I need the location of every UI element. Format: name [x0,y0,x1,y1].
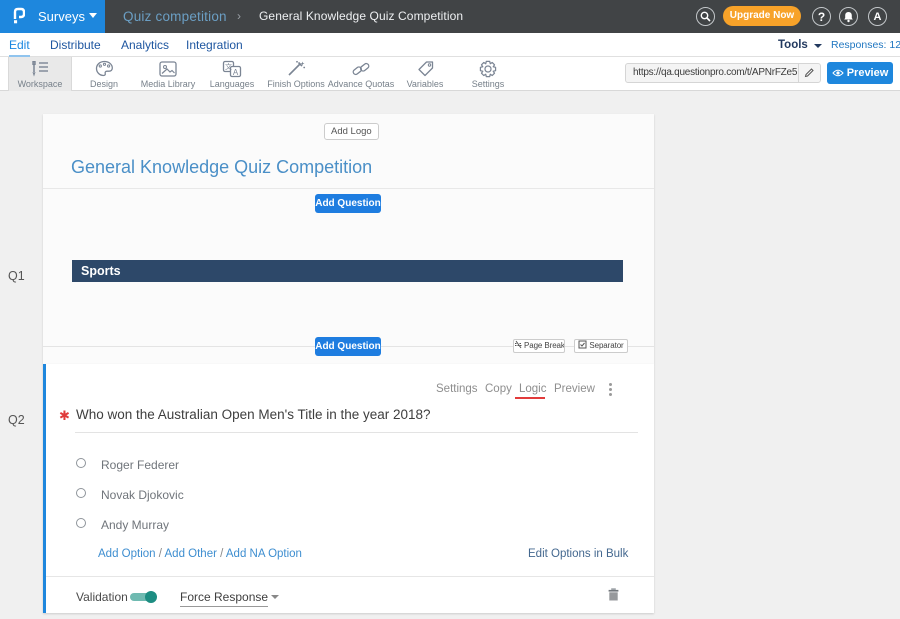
svg-text:文: 文 [225,62,232,71]
svg-text:A: A [233,68,239,77]
